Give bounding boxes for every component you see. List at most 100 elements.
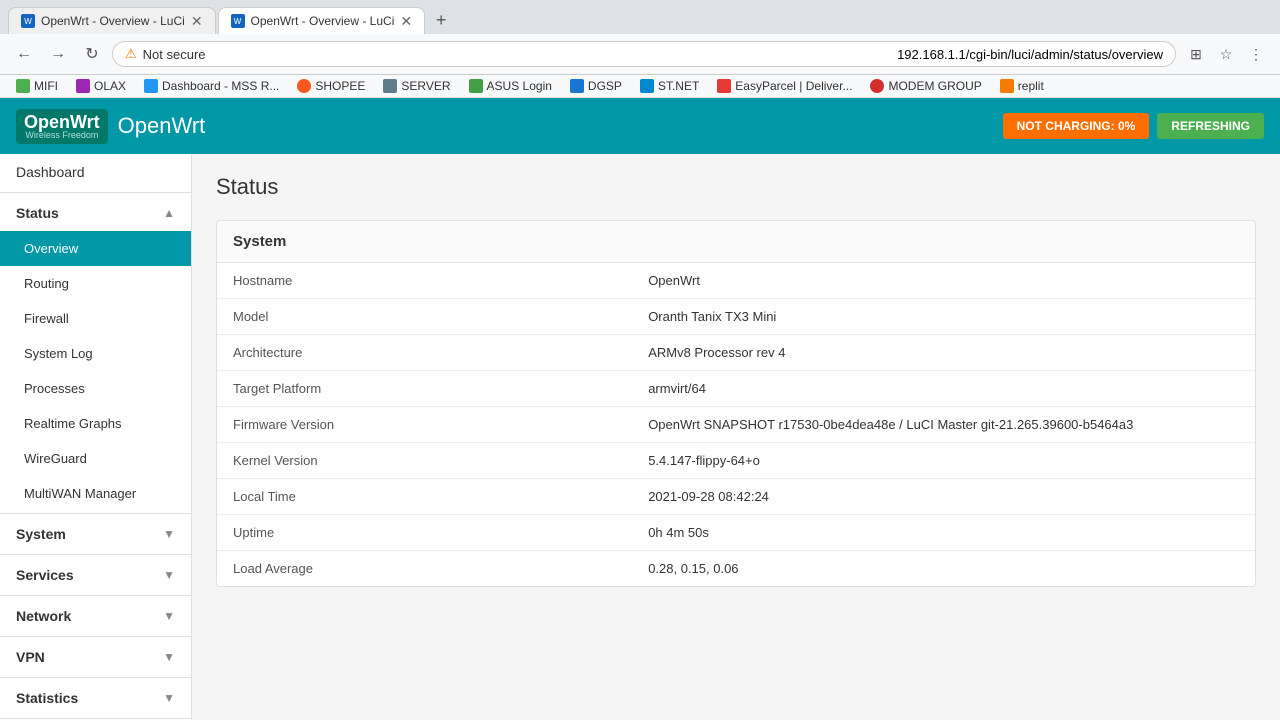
bookmark-olax[interactable]: OLAX: [68, 77, 134, 95]
table-row: Hostname OpenWrt: [217, 263, 1255, 299]
chevron-vpn: ▼: [163, 650, 175, 664]
bookmark-dgsp[interactable]: DGSP: [562, 77, 630, 95]
table-row: Model Oranth Tanix TX3 Mini: [217, 299, 1255, 335]
bookmark-replit[interactable]: replit: [992, 77, 1052, 95]
sidebar-section-network[interactable]: Network ▼: [0, 598, 191, 634]
row-value: OpenWrt SNAPSHOT r17530-0be4dea48e / LuC…: [632, 407, 1255, 443]
row-label: Firmware Version: [217, 407, 632, 443]
logo-box: OpenWrt Wireless Freedom: [16, 109, 108, 144]
row-value: armvirt/64: [632, 371, 1255, 407]
lock-icon: ⚠: [125, 46, 137, 62]
sidebar-item-routing[interactable]: Routing: [0, 266, 191, 301]
row-label: Uptime: [217, 515, 632, 551]
table-row: Target Platform armvirt/64: [217, 371, 1255, 407]
logo-text-sub: Wireless Freedom: [25, 131, 98, 140]
bookmark-easyparcel[interactable]: EasyParcel | Deliver...: [709, 77, 860, 95]
chevron-services: ▼: [163, 568, 175, 582]
sidebar-divider-4: [0, 595, 191, 596]
system-info-table: Hostname OpenWrt Model Oranth Tanix TX3 …: [217, 263, 1255, 586]
row-label: Architecture: [217, 335, 632, 371]
extensions-icon[interactable]: ⊞: [1182, 40, 1210, 68]
row-label: Model: [217, 299, 632, 335]
logo-text-main: OpenWrt: [24, 113, 100, 131]
content-area: Status System Hostname OpenWrt Model Ora…: [192, 154, 1280, 720]
toolbar-icons: ⊞ ☆ ⋮: [1182, 40, 1270, 68]
sidebar-divider-2: [0, 513, 191, 514]
row-value: Oranth Tanix TX3 Mini: [632, 299, 1255, 335]
bookmark-shopee[interactable]: SHOPEE: [289, 77, 373, 95]
app-header: OpenWrt Wireless Freedom OpenWrt NOT CHA…: [0, 98, 1280, 154]
sidebar-section-status[interactable]: Status ▲: [0, 195, 191, 231]
sidebar-divider-7: [0, 718, 191, 719]
sidebar-item-dashboard[interactable]: Dashboard: [0, 154, 191, 190]
bookmark-dashboard[interactable]: Dashboard - MSS R...: [136, 77, 287, 95]
row-label: Hostname: [217, 263, 632, 299]
chevron-status: ▲: [163, 206, 175, 220]
sidebar-section-services[interactable]: Services ▼: [0, 557, 191, 593]
tab-title-1: OpenWrt - Overview - LuCi: [41, 14, 185, 28]
row-value: 0h 4m 50s: [632, 515, 1255, 551]
sidebar-item-overview[interactable]: Overview: [0, 231, 191, 266]
row-value: 0.28, 0.15, 0.06: [632, 551, 1255, 587]
system-card: System Hostname OpenWrt Model Oranth Tan…: [216, 220, 1256, 587]
lock-label: Not secure: [143, 47, 891, 62]
sidebar-item-processes[interactable]: Processes: [0, 371, 191, 406]
bookmark-asus[interactable]: ASUS Login: [461, 77, 560, 95]
main-layout: Dashboard Status ▲ Overview Routing Fire…: [0, 154, 1280, 720]
sidebar-item-wireguard[interactable]: WireGuard: [0, 441, 191, 476]
reload-button[interactable]: ↻: [78, 40, 106, 68]
new-tab-button[interactable]: +: [427, 6, 455, 34]
browser-chrome: W OpenWrt - Overview - LuCi ✕ W OpenWrt …: [0, 0, 1280, 98]
tab-2[interactable]: W OpenWrt - Overview - LuCi ✕: [218, 7, 426, 34]
sidebar-item-realtime-graphs[interactable]: Realtime Graphs: [0, 406, 191, 441]
sidebar-item-multiwan[interactable]: MultiWAN Manager: [0, 476, 191, 511]
row-label: Kernel Version: [217, 443, 632, 479]
row-label: Target Platform: [217, 371, 632, 407]
sidebar-section-statistics[interactable]: Statistics ▼: [0, 680, 191, 716]
chevron-system: ▼: [163, 527, 175, 541]
tab-bar: W OpenWrt - Overview - LuCi ✕ W OpenWrt …: [0, 0, 1280, 34]
system-card-header: System: [217, 221, 1255, 263]
menu-icon[interactable]: ⋮: [1242, 40, 1270, 68]
table-row: Local Time 2021-09-28 08:42:24: [217, 479, 1255, 515]
sidebar-divider-1: [0, 192, 191, 193]
sidebar-divider-5: [0, 636, 191, 637]
tab-close-2[interactable]: ✕: [400, 14, 412, 28]
tab-1[interactable]: W OpenWrt - Overview - LuCi ✕: [8, 7, 216, 34]
table-row: Uptime 0h 4m 50s: [217, 515, 1255, 551]
sidebar-item-system-log[interactable]: System Log: [0, 336, 191, 371]
bookmark-stnet[interactable]: ST.NET: [632, 77, 707, 95]
page-title: Status: [216, 174, 1256, 200]
bookmark-mifi[interactable]: MIFI: [8, 77, 66, 95]
row-label: Local Time: [217, 479, 632, 515]
address-input[interactable]: ⚠ Not secure 192.168.1.1/cgi-bin/luci/ad…: [112, 41, 1176, 67]
row-value: 5.4.147-flippy-64+o: [632, 443, 1255, 479]
chevron-statistics: ▼: [163, 691, 175, 705]
bookmark-server[interactable]: SERVER: [375, 77, 458, 95]
sidebar-item-firewall[interactable]: Firewall: [0, 301, 191, 336]
app-container: OpenWrt Wireless Freedom OpenWrt NOT CHA…: [0, 98, 1280, 720]
sidebar-divider-6: [0, 677, 191, 678]
forward-button[interactable]: →: [44, 40, 72, 68]
row-value: ARMv8 Processor rev 4: [632, 335, 1255, 371]
address-text: 192.168.1.1/cgi-bin/luci/admin/status/ov…: [897, 47, 1163, 62]
bookmark-icon[interactable]: ☆: [1212, 40, 1240, 68]
tab-favicon-1: W: [21, 14, 35, 28]
tab-favicon-2: W: [231, 14, 245, 28]
charging-button[interactable]: NOT CHARGING: 0%: [1003, 113, 1150, 139]
sidebar-section-system[interactable]: System ▼: [0, 516, 191, 552]
sidebar-section-vpn[interactable]: VPN ▼: [0, 639, 191, 675]
header-buttons: NOT CHARGING: 0% REFRESHING: [1003, 113, 1264, 139]
row-label: Load Average: [217, 551, 632, 587]
refreshing-button[interactable]: REFRESHING: [1157, 113, 1264, 139]
sidebar-divider-3: [0, 554, 191, 555]
row-value: 2021-09-28 08:42:24: [632, 479, 1255, 515]
row-value: OpenWrt: [632, 263, 1255, 299]
table-row: Load Average 0.28, 0.15, 0.06: [217, 551, 1255, 587]
bookmark-modem[interactable]: MODEM GROUP: [862, 77, 989, 95]
tab-close-1[interactable]: ✕: [191, 14, 203, 28]
back-button[interactable]: ←: [10, 40, 38, 68]
app-title: OpenWrt: [118, 113, 206, 139]
table-row: Firmware Version OpenWrt SNAPSHOT r17530…: [217, 407, 1255, 443]
table-row: Architecture ARMv8 Processor rev 4: [217, 335, 1255, 371]
